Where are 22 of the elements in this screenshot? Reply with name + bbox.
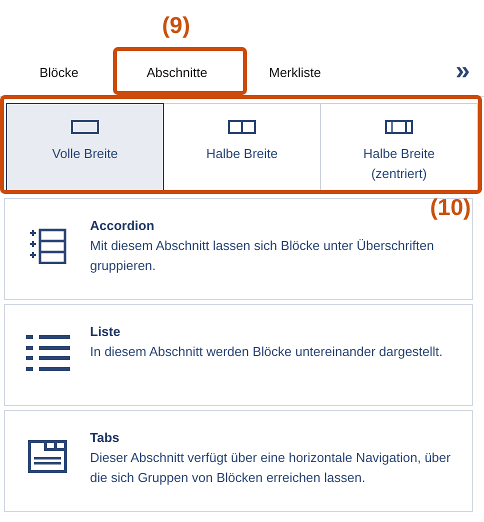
- tab[interactable]: Blöcke: [0, 50, 118, 94]
- section-description: Mit diesem Abschnitt lassen sich Blöcke unter Überschriften gruppieren.: [90, 237, 435, 275]
- section-title: Liste: [90, 323, 122, 341]
- more-tabs-button[interactable]: »: [456, 60, 470, 84]
- layout-option[interactable]: Halbe Breite (zentriert): [321, 103, 478, 191]
- layout-option[interactable]: Volle Breite: [6, 103, 164, 191]
- section-description: In diesem Abschnitt werden Blöcke untereinander dargestellt.: [90, 343, 443, 361]
- full-width-icon: [71, 120, 99, 134]
- section-title: Accordion: [90, 217, 156, 235]
- section-description: Dieser Abschnitt verfügt über eine horizontale Navigation, über die sich Gruppen von Blöcken erreichen lassen.: [90, 449, 452, 487]
- list-icon: [26, 334, 70, 372]
- tab[interactable]: Merkliste: [236, 50, 354, 94]
- section-card[interactable]: Tabs Dieser Abschnitt verfügt über eine horizontale Navigation, über die sich Gruppen von Blöcken erreichen lassen.: [4, 410, 473, 512]
- section-title: Tabs: [90, 429, 120, 447]
- tabs-icon: [28, 440, 67, 473]
- callout-number: (9): [162, 12, 190, 39]
- layout-option[interactable]: Halbe Breite: [164, 103, 321, 191]
- centered-column-icon: [385, 120, 413, 134]
- section-card[interactable]: Liste In diesem Abschnitt werden Blöcke untereinander dargestellt.: [4, 304, 473, 406]
- accordion-icon: [28, 228, 67, 264]
- two-columns-icon: [228, 120, 256, 134]
- tab[interactable]: Abschnitte: [118, 50, 236, 94]
